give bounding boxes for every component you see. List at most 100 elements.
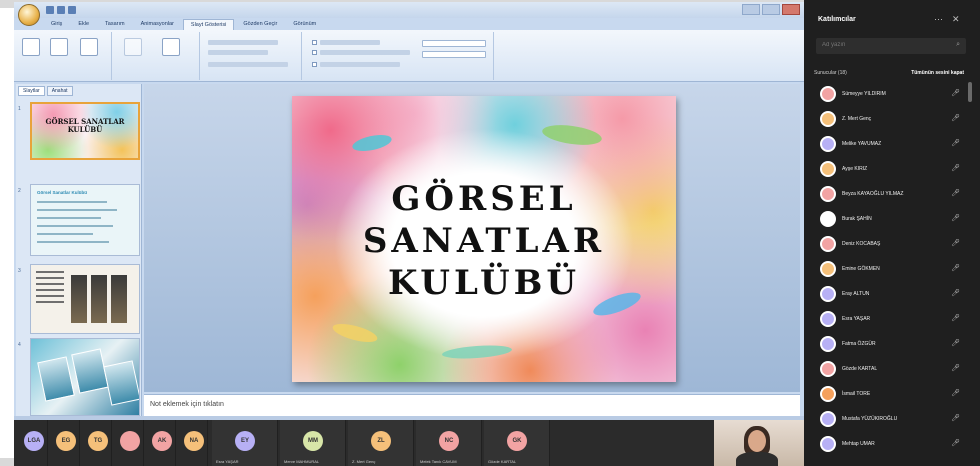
microphone-icon[interactable]: 🎤︎ bbox=[951, 89, 960, 97]
avatar bbox=[820, 236, 836, 252]
microphone-icon[interactable]: 🎤︎ bbox=[951, 364, 960, 372]
slide-number: 1 bbox=[18, 106, 21, 112]
tab-outline[interactable]: Anahat bbox=[46, 86, 73, 96]
participant-row[interactable]: Melike YAVUMAZ 🎤︎ bbox=[814, 132, 964, 157]
tab-slide-show[interactable]: Slayt Gösterisi bbox=[182, 19, 235, 30]
participant-row[interactable]: Deniz KOCABAŞ 🎤︎ bbox=[814, 232, 964, 257]
close-panel-icon[interactable]: ✕ bbox=[952, 14, 960, 25]
video-tile[interactable]: NC Melek Tanık CAVUM bbox=[416, 420, 482, 466]
participant-row[interactable]: Fatma ÖZGÜR 🎤︎ bbox=[814, 332, 964, 357]
microphone-icon[interactable]: 🎤︎ bbox=[951, 139, 960, 147]
participant-row[interactable]: Ayşe KIRIZ 🎤︎ bbox=[814, 157, 964, 182]
resolution-select[interactable] bbox=[422, 40, 486, 47]
participant-name: İsmail TORE bbox=[842, 391, 871, 397]
microphone-icon[interactable]: 🎤︎ bbox=[951, 189, 960, 197]
tab-insert[interactable]: Ekle bbox=[71, 19, 96, 30]
slide-thumbnail-2[interactable]: Görsel Sanatlar Kulübü bbox=[30, 184, 140, 256]
video-tile[interactable]: LGA bbox=[20, 420, 48, 466]
slide-thumbnail-4[interactable] bbox=[30, 338, 140, 416]
participant-avatar: AK bbox=[152, 431, 172, 451]
participant-row[interactable]: Beyza KAYAOĞLU YILMAZ 🎤︎ bbox=[814, 182, 964, 207]
resolution-label bbox=[320, 40, 380, 45]
slide-thumbnail-1[interactable]: GÖRSEL SANATLAR KULÜBÜ bbox=[30, 102, 140, 160]
video-tile[interactable]: AK bbox=[148, 420, 176, 466]
slide-number: 4 bbox=[18, 342, 21, 348]
participant-search-input[interactable] bbox=[822, 42, 942, 48]
avatar bbox=[820, 136, 836, 152]
microphone-icon[interactable]: 🎤︎ bbox=[951, 314, 960, 322]
panel-scrollbar[interactable] bbox=[968, 82, 972, 102]
participant-row[interactable]: Mehtap UMAR 🎤︎ bbox=[814, 432, 964, 457]
maximize-button[interactable] bbox=[762, 4, 780, 15]
hide-slide-button[interactable] bbox=[124, 38, 142, 56]
use-timings[interactable] bbox=[208, 62, 288, 67]
participant-avatar: LGA bbox=[24, 431, 44, 451]
participant-row[interactable]: Burak ŞAHİN 🎤︎ bbox=[814, 207, 964, 232]
tab-design[interactable]: Tasarım bbox=[98, 19, 132, 30]
close-button[interactable] bbox=[782, 4, 800, 15]
tab-view[interactable]: Görünüm bbox=[286, 19, 323, 30]
show-on-checkbox[interactable] bbox=[312, 50, 317, 55]
from-beginning-button[interactable] bbox=[22, 38, 40, 56]
from-current-button[interactable] bbox=[50, 38, 68, 56]
search-icon[interactable]: ⌕ bbox=[956, 41, 960, 49]
tab-review[interactable]: Gözden Geçir bbox=[236, 19, 284, 30]
self-camera-view[interactable] bbox=[714, 420, 804, 466]
avatar bbox=[820, 286, 836, 302]
resolution-checkbox[interactable] bbox=[312, 40, 317, 45]
video-tile[interactable] bbox=[116, 420, 144, 466]
setup-show-button[interactable] bbox=[162, 38, 180, 56]
tab-slides[interactable]: Slaytlar bbox=[18, 86, 45, 96]
slide-title[interactable]: GÖRSEL SANATLAR KULÜBÜ bbox=[292, 178, 676, 304]
undo-icon[interactable] bbox=[57, 6, 65, 14]
microphone-icon[interactable]: 🎤︎ bbox=[951, 239, 960, 247]
tab-home[interactable]: Giriş bbox=[44, 19, 69, 30]
video-tile[interactable]: TG bbox=[84, 420, 112, 466]
microphone-icon[interactable]: 🎤︎ bbox=[951, 414, 960, 422]
office-button[interactable] bbox=[18, 4, 40, 26]
participant-row[interactable]: Eray ALTUN 🎤︎ bbox=[814, 282, 964, 307]
popout-icon[interactable]: ⋯ bbox=[934, 14, 943, 25]
video-tile[interactable]: ZL Z. Mert Genç bbox=[348, 420, 414, 466]
current-slide[interactable]: GÖRSEL SANATLAR KULÜBÜ bbox=[292, 96, 676, 382]
record-narration[interactable] bbox=[208, 40, 278, 45]
presenter-view-checkbox[interactable] bbox=[312, 62, 317, 67]
participant-row[interactable]: Mustafa YÜZÜKIROĞLU 🎤︎ bbox=[814, 407, 964, 432]
minimize-button[interactable] bbox=[742, 4, 760, 15]
video-tile[interactable]: EY Esra YAŞAR bbox=[212, 420, 278, 466]
participant-row[interactable]: Z. Mert Genç 🎤︎ bbox=[814, 107, 964, 132]
slide-number: 2 bbox=[18, 188, 21, 194]
participant-row[interactable]: İsmail TORE 🎤︎ bbox=[814, 382, 964, 407]
redo-icon[interactable] bbox=[68, 6, 76, 14]
notes-placeholder: Not eklemek için tıklatın bbox=[150, 401, 224, 408]
participant-search: ⌕ bbox=[816, 38, 966, 54]
video-tile[interactable]: GK Gözde KARTAL bbox=[484, 420, 550, 466]
avatar bbox=[820, 86, 836, 102]
participant-row[interactable]: Sümeyye YILDIRIM 🎤︎ bbox=[814, 82, 964, 107]
thumbnail-image bbox=[103, 360, 139, 406]
rehearse-timings[interactable] bbox=[208, 50, 268, 55]
microphone-icon[interactable]: 🎤︎ bbox=[951, 289, 960, 297]
tab-animations[interactable]: Animasyonlar bbox=[134, 19, 181, 30]
video-tile[interactable]: MM Merve MAHMURAL bbox=[280, 420, 346, 466]
slide-thumbnail-3[interactable] bbox=[30, 264, 140, 334]
monitor-select[interactable] bbox=[422, 51, 486, 58]
microphone-icon[interactable]: 🎤︎ bbox=[951, 214, 960, 222]
microphone-icon[interactable]: 🎤︎ bbox=[951, 389, 960, 397]
microphone-icon[interactable]: 🎤︎ bbox=[951, 114, 960, 122]
video-tile[interactable]: EG bbox=[52, 420, 80, 466]
video-tile[interactable]: NA bbox=[180, 420, 208, 466]
participant-row[interactable]: Esra YAŞAR 🎤︎ bbox=[814, 307, 964, 332]
custom-show-button[interactable] bbox=[80, 38, 98, 56]
participant-row[interactable]: Emine GÖKMEN 🎤︎ bbox=[814, 257, 964, 282]
save-icon[interactable] bbox=[46, 6, 54, 14]
microphone-icon[interactable]: 🎤︎ bbox=[951, 439, 960, 447]
slide-title-line: KULÜBÜ bbox=[387, 263, 581, 303]
mute-all-button[interactable]: Tümünün sesini kapat bbox=[911, 70, 964, 76]
microphone-icon[interactable]: 🎤︎ bbox=[951, 164, 960, 172]
thumbnail-text-line bbox=[37, 209, 117, 211]
participant-row[interactable]: Gözde KARTAL 🎤︎ bbox=[814, 357, 964, 382]
notes-pane[interactable]: Not eklemek için tıklatın bbox=[144, 394, 800, 416]
microphone-icon[interactable]: 🎤︎ bbox=[951, 264, 960, 272]
microphone-icon[interactable]: 🎤︎ bbox=[951, 339, 960, 347]
